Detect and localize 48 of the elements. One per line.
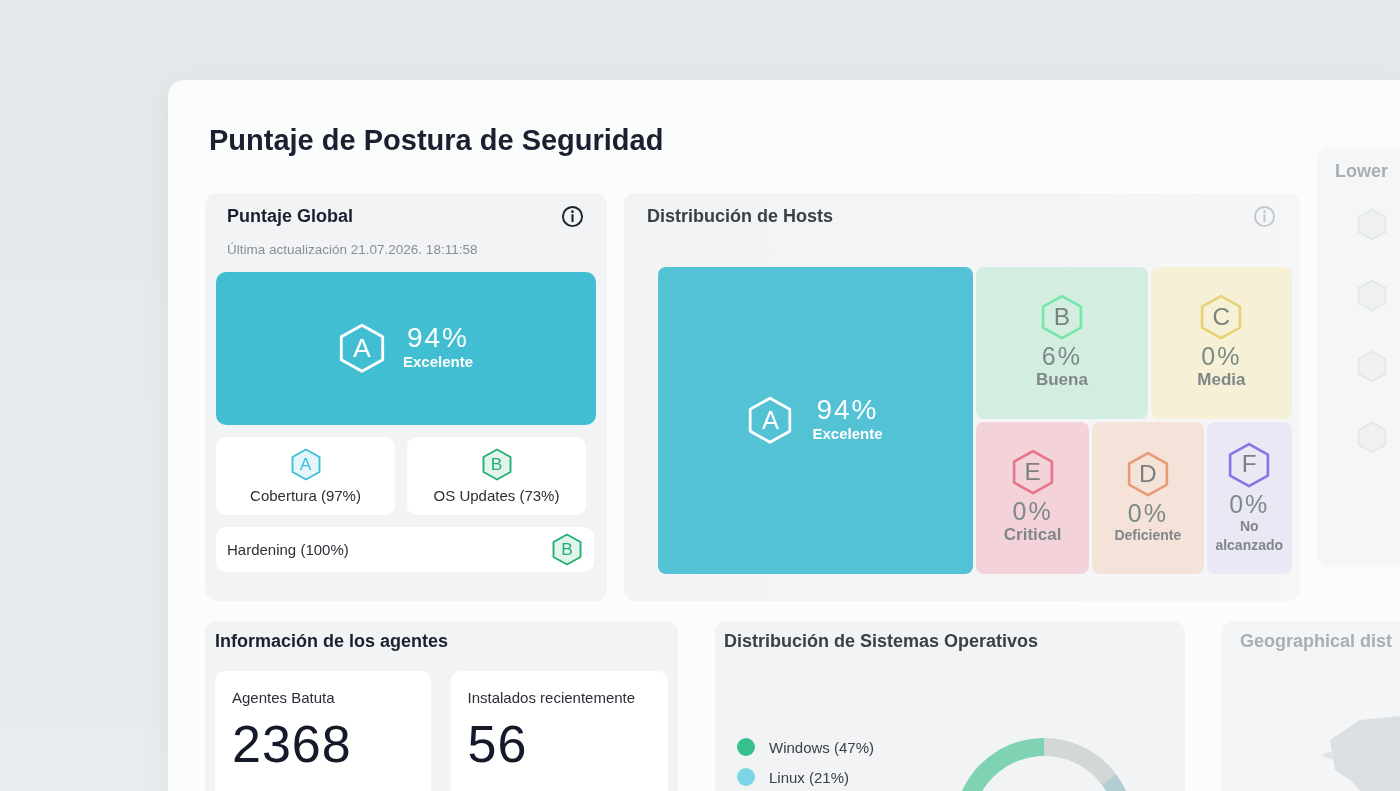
card-title: Distribución de Sistemas Operativos — [724, 631, 1040, 652]
stat-label: Instalados recientemente — [467, 689, 637, 706]
stat-value: 56 — [467, 714, 529, 774]
card-title: Lower — [1335, 161, 1389, 182]
page-title: Puntaje de Postura de Seguridad — [209, 124, 665, 157]
grade-badge: A — [290, 448, 321, 481]
grade-label: Media — [1197, 369, 1246, 392]
percent-value: 0% — [1229, 491, 1270, 517]
metric-label: Cobertura (97%) — [250, 487, 361, 504]
card-title: Puntaje Global — [227, 206, 354, 227]
stat-label: Agentes Batuta — [232, 689, 336, 706]
legend-label: Windows (47%) — [769, 738, 875, 756]
treemap-tile[interactable]: D 0% Deficiente — [1092, 422, 1204, 574]
legend-label: Linux (21%) — [769, 768, 850, 786]
grade-label: Excelente — [812, 424, 883, 445]
grade-label: No alcanzado — [1214, 516, 1285, 555]
stat-value: 2368 — [232, 714, 353, 774]
grade-badge: A — [748, 396, 793, 445]
grade-badge: C — [1200, 293, 1243, 341]
info-icon[interactable] — [561, 205, 584, 228]
last-updated-text: Última actualización 21.07.2026. 18:11:58 — [227, 242, 479, 257]
grade-badge: D — [1126, 450, 1169, 498]
card-title: Distribución de Hosts — [647, 206, 834, 227]
grade-badge: E — [1011, 448, 1054, 496]
grade-badge: A — [338, 323, 385, 374]
grade-badge: B — [552, 533, 582, 566]
treemap-tile[interactable]: B 6% Buena — [976, 267, 1148, 419]
treemap-tile[interactable]: E 0% Critical — [976, 422, 1090, 574]
card-title: Geographical dist — [1240, 631, 1394, 652]
grade-badge: B — [481, 448, 512, 481]
grade-label: Excelente — [402, 352, 473, 373]
percent-value: 94% — [816, 396, 879, 425]
grade-label: Buena — [1035, 369, 1088, 392]
percent-value: 0% — [1127, 501, 1168, 527]
percent-value: 0% — [1201, 344, 1242, 370]
grade-badge: F — [1228, 441, 1271, 488]
card-title: Información de los agentes — [215, 631, 450, 652]
grade-label: Critical — [1003, 524, 1062, 547]
treemap-tile[interactable]: A 94% Excelente — [658, 267, 973, 574]
percent-value: 94% — [406, 324, 469, 353]
percent-value: 0% — [1012, 499, 1053, 525]
grade-label: Deficiente — [1114, 526, 1182, 546]
metric-label: Hardening (100%) — [227, 541, 349, 558]
treemap-tile[interactable]: F 0% No alcanzado — [1206, 422, 1292, 574]
metric-label: OS Updates (73%) — [433, 487, 560, 504]
percent-value: 6% — [1041, 344, 1082, 370]
treemap-tile[interactable]: C 0% Media — [1150, 267, 1292, 419]
grade-badge: B — [1040, 293, 1083, 341]
